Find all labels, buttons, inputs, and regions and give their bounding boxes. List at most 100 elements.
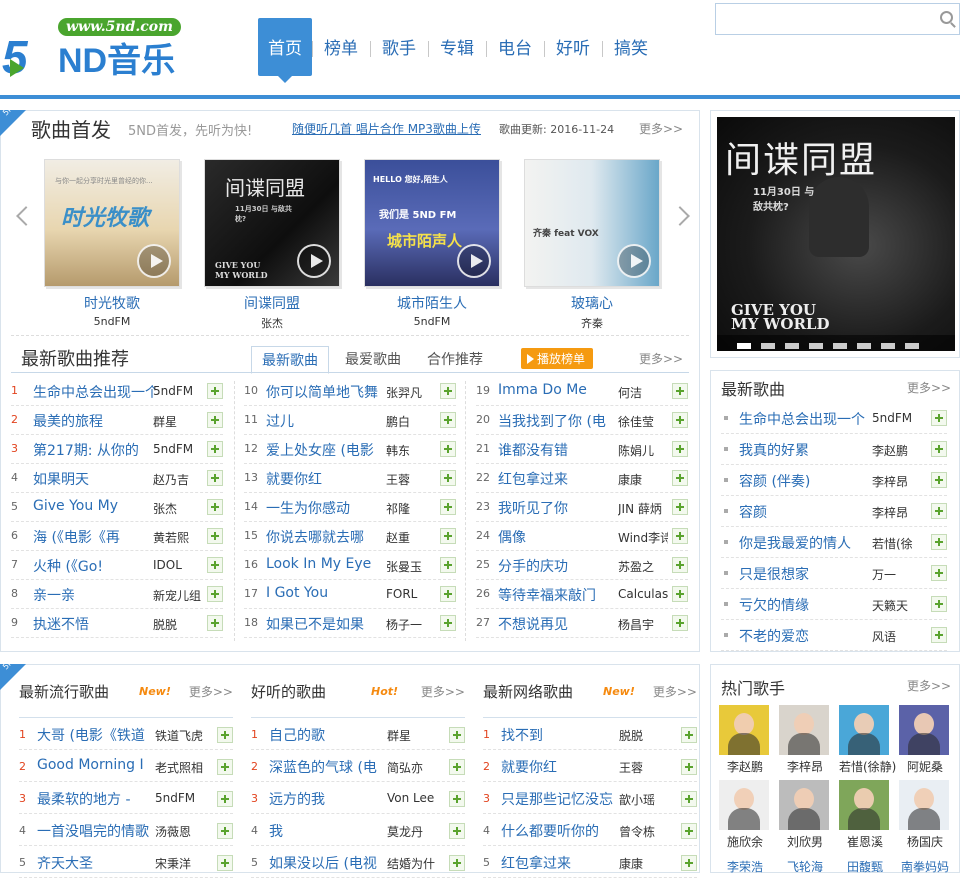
song-title-link[interactable]: 海 (《电影《再	[33, 527, 155, 547]
add-to-playlist-icon[interactable]	[672, 441, 688, 457]
song-artist-link[interactable]: 新宠儿组	[153, 587, 203, 604]
song-title-link[interactable]: 远方的我	[269, 789, 389, 809]
add-to-playlist-icon[interactable]	[207, 470, 223, 486]
song-artist-link[interactable]: 若惜(徐	[872, 535, 920, 552]
recommend-more-link[interactable]: 更多>>	[639, 350, 683, 367]
song-title-link[interactable]: 分手的庆功	[498, 556, 620, 576]
song-title-link[interactable]: 偶像	[498, 527, 620, 547]
song-title-link[interactable]: 红包拿过来	[501, 853, 621, 873]
song-title-link[interactable]: 不想说再见	[498, 614, 620, 634]
nav-radio[interactable]: 电台	[486, 18, 544, 76]
song-title-link[interactable]: 只是很想家	[739, 564, 869, 584]
add-to-playlist-icon[interactable]	[672, 557, 688, 573]
song-title-link[interactable]: 你说去哪就去哪	[266, 527, 388, 547]
add-to-playlist-icon[interactable]	[207, 557, 223, 573]
song-title-link[interactable]: 什么都要听你的	[501, 821, 621, 841]
song-artist-link[interactable]: 王蓉	[619, 759, 675, 776]
song-title-link[interactable]: 只是那些记忆没忘	[501, 789, 621, 809]
album-cover[interactable]: HELLO 您好,陌生人 我们是 5ND FM 城市陌声人	[364, 159, 500, 287]
song-title-link[interactable]: 最柔软的地方 -	[37, 789, 157, 809]
carousel-prev-icon[interactable]	[16, 206, 36, 226]
banner-dot[interactable]	[737, 343, 751, 349]
singer-photo[interactable]	[839, 780, 889, 830]
add-to-playlist-icon[interactable]	[440, 528, 456, 544]
add-to-playlist-icon[interactable]	[440, 383, 456, 399]
singer-name[interactable]: 杨国庆	[899, 833, 951, 850]
singer-photo[interactable]	[899, 780, 949, 830]
search-input[interactable]	[716, 4, 926, 34]
song-title-link[interactable]: 火种 (《Go!	[33, 556, 155, 576]
singer-photo[interactable]	[779, 705, 829, 755]
song-title-link[interactable]: 我	[269, 821, 389, 841]
add-to-playlist-icon[interactable]	[672, 586, 688, 602]
play-icon[interactable]	[457, 244, 491, 278]
song-title-link[interactable]: Imma Do Me	[498, 382, 620, 398]
add-to-playlist-icon[interactable]	[681, 791, 697, 807]
song-artist-link[interactable]: 赵乃吉	[153, 471, 203, 488]
song-artist-link[interactable]: 张曼玉	[386, 558, 436, 575]
song-artist-link[interactable]: 宋秉洋	[155, 855, 211, 872]
add-to-playlist-icon[interactable]	[672, 470, 688, 486]
singer-card[interactable]: 南拳妈妈	[899, 855, 951, 875]
tab-favorite-songs[interactable]: 最爱歌曲	[335, 346, 411, 374]
add-to-playlist-icon[interactable]	[207, 499, 223, 515]
add-to-playlist-icon[interactable]	[931, 565, 947, 581]
add-to-playlist-icon[interactable]	[681, 727, 697, 743]
song-artist-link[interactable]: 群星	[387, 727, 443, 744]
add-to-playlist-icon[interactable]	[217, 823, 233, 839]
song-artist-link[interactable]: 结婚为什	[387, 855, 443, 872]
search-icon[interactable]	[940, 11, 953, 24]
link-mp3-upload[interactable]: MP3歌曲上传	[408, 122, 481, 136]
song-title-link[interactable]: Good Morning I	[37, 757, 157, 773]
song-artist-link[interactable]: 李梓昂	[872, 504, 920, 521]
popular-more-link[interactable]: 更多>>	[189, 683, 233, 700]
song-title-link[interactable]: 如果已不是如果	[266, 614, 388, 634]
link-cooperation[interactable]: 唱片合作	[356, 122, 404, 136]
song-artist-link[interactable]: 李梓昂	[872, 473, 920, 490]
nav-funny[interactable]: 搞笑	[602, 18, 660, 76]
add-to-playlist-icon[interactable]	[672, 383, 688, 399]
song-title-link[interactable]: 当我找到了你 (电	[498, 411, 620, 431]
link-random-listen[interactable]: 随便听几首	[292, 122, 352, 136]
singer-photo[interactable]	[719, 705, 769, 755]
add-to-playlist-icon[interactable]	[449, 823, 465, 839]
song-title-link[interactable]: 齐天大圣	[37, 853, 157, 873]
banner-dot[interactable]	[881, 343, 895, 349]
banner-dot[interactable]	[857, 343, 871, 349]
song-artist-link[interactable]: 黄若熙	[153, 529, 203, 546]
song-artist-link[interactable]: IDOL	[153, 558, 203, 572]
song-title-link[interactable]: 最美的旅程	[33, 411, 155, 431]
song-artist-link[interactable]: 群星	[153, 413, 203, 430]
album-title[interactable]: 时光牧歌	[44, 293, 180, 313]
song-title-link[interactable]: 执迷不悟	[33, 614, 155, 634]
add-to-playlist-icon[interactable]	[931, 534, 947, 550]
song-artist-link[interactable]: 何洁	[618, 384, 668, 401]
banner-dot[interactable]	[809, 343, 823, 349]
song-artist-link[interactable]: 风语	[872, 628, 920, 645]
add-to-playlist-icon[interactable]	[672, 528, 688, 544]
song-title-link[interactable]: 你是我最爱的情人	[739, 533, 869, 553]
add-to-playlist-icon[interactable]	[672, 499, 688, 515]
singer-name[interactable]: 南拳妈妈	[899, 858, 951, 875]
singer-card[interactable]: 施欣余	[719, 780, 771, 850]
singer-name[interactable]: 崔恩溪	[839, 833, 891, 850]
popular-more-link[interactable]: 更多>>	[653, 683, 697, 700]
song-title-link[interactable]: 谁都没有错	[498, 440, 620, 460]
song-title-link[interactable]: 如果没以后 (电视	[269, 853, 389, 873]
song-title-link[interactable]: 容颜 (伴奏)	[739, 471, 869, 491]
song-artist-link[interactable]: 徐佳莹	[618, 413, 668, 430]
album-cover[interactable]: 间谍同盟 11月30日 与敌共枕? GIVE YOU MY WORLD	[204, 159, 340, 287]
banner-dot[interactable]	[761, 343, 775, 349]
singer-card[interactable]: 飞轮海	[779, 855, 831, 875]
song-title-link[interactable]: 红包拿过来	[498, 469, 620, 489]
song-artist-link[interactable]: Wind李诗	[618, 529, 668, 546]
singer-card[interactable]: 刘欣男	[779, 780, 831, 850]
song-title-link[interactable]: 一首没唱完的情歌	[37, 821, 157, 841]
song-artist-link[interactable]: 汤薇恩	[155, 823, 211, 840]
popular-more-link[interactable]: 更多>>	[421, 683, 465, 700]
song-artist-link[interactable]: 康康	[618, 471, 668, 488]
add-to-playlist-icon[interactable]	[931, 441, 947, 457]
song-artist-link[interactable]: 鹏白	[386, 413, 436, 430]
add-to-playlist-icon[interactable]	[217, 855, 233, 871]
banner-image[interactable]: 间谍同盟 11月30日 与敌共枕? GIVE YOU MY WORLD	[717, 117, 955, 351]
